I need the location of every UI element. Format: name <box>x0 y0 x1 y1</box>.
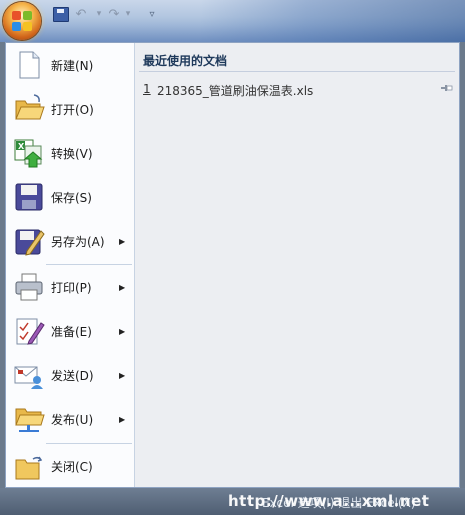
menu-item-new[interactable]: 新建(N) <box>6 43 134 87</box>
redo-dropdown-icon[interactable]: ▾ <box>124 6 132 22</box>
menu-item-send[interactable]: 发送(D) ▶ <box>6 353 134 397</box>
menu-item-save[interactable]: 保存(S) <box>6 175 134 219</box>
menu-item-label: 保存(S) <box>51 190 92 205</box>
office-logo-icon <box>12 11 32 31</box>
send-icon <box>14 366 43 389</box>
submenu-arrow-icon: ▶ <box>119 282 126 292</box>
pin-icon[interactable] <box>441 83 453 93</box>
redo-icon[interactable]: ↷ <box>105 6 123 22</box>
save-icon[interactable] <box>53 7 69 22</box>
watermark: http://www.a...xml.net <box>228 492 430 510</box>
menu-item-label: 关闭(C) <box>51 459 93 474</box>
command-list: 新建(N) 打开(O) X 转换(V) 保存(S) 另存为(A) ▶ 打印(P)… <box>6 43 135 487</box>
submenu-arrow-icon: ▶ <box>119 326 126 336</box>
menu-item-prepare[interactable]: 准备(E) ▶ <box>6 309 134 353</box>
quick-access-toolbar: ↶ ▾ ↷ ▾ ▿ <box>0 0 465 42</box>
recent-documents-panel: 最近使用的文档 1 218365_管道刷油保温表.xls <box>135 43 459 487</box>
submenu-arrow-icon: ▶ <box>119 414 126 424</box>
office-menu: 新建(N) 打开(O) X 转换(V) 保存(S) 另存为(A) ▶ 打印(P)… <box>5 42 460 488</box>
new-document-icon <box>19 51 40 79</box>
printer-icon <box>15 273 43 301</box>
open-folder-icon <box>15 94 45 120</box>
menu-item-label: 打开(O) <box>51 102 94 117</box>
menu-item-label: 打印(P) <box>51 280 92 295</box>
undo-icon[interactable]: ↶ <box>72 6 90 22</box>
menu-item-print[interactable]: 打印(P) ▶ <box>6 265 134 309</box>
recent-file-number: 1 <box>143 82 151 96</box>
menu-item-publish[interactable]: 发布(U) ▶ <box>6 397 134 441</box>
submenu-arrow-icon: ▶ <box>119 370 126 380</box>
publish-icon <box>15 408 45 432</box>
menu-item-save-as[interactable]: 另存为(A) ▶ <box>6 219 134 263</box>
close-folder-icon <box>15 456 43 480</box>
menu-item-convert[interactable]: X 转换(V) <box>6 131 134 175</box>
menu-item-open[interactable]: 打开(O) <box>6 87 134 131</box>
convert-icon: X <box>14 139 43 168</box>
save-as-icon <box>15 229 45 256</box>
recent-file-name: 218365_管道刷油保温表.xls <box>157 84 314 98</box>
menu-item-label: 发布(U) <box>51 412 94 427</box>
menu-item-label: 新建(N) <box>51 58 94 73</box>
menu-item-label: 转换(V) <box>51 146 93 161</box>
recent-file-item[interactable]: 1 218365_管道刷油保温表.xls <box>135 79 459 101</box>
submenu-arrow-icon: ▶ <box>119 236 126 246</box>
menu-item-close[interactable]: 关闭(C) <box>6 444 134 488</box>
menu-item-label: 准备(E) <box>51 324 92 339</box>
save-disk-icon <box>15 183 43 211</box>
office-button[interactable] <box>3 2 41 40</box>
undo-dropdown-icon[interactable]: ▾ <box>95 6 103 22</box>
svg-text:X: X <box>18 142 25 151</box>
customize-toolbar-icon[interactable]: ▿ <box>147 6 157 22</box>
menu-item-label: 另存为(A) <box>51 234 105 249</box>
recent-divider <box>139 71 455 72</box>
ribbon-background <box>200 0 465 42</box>
menu-item-label: 发送(D) <box>51 368 94 383</box>
prepare-icon <box>16 318 45 345</box>
recent-documents-title: 最近使用的文档 <box>143 54 228 68</box>
